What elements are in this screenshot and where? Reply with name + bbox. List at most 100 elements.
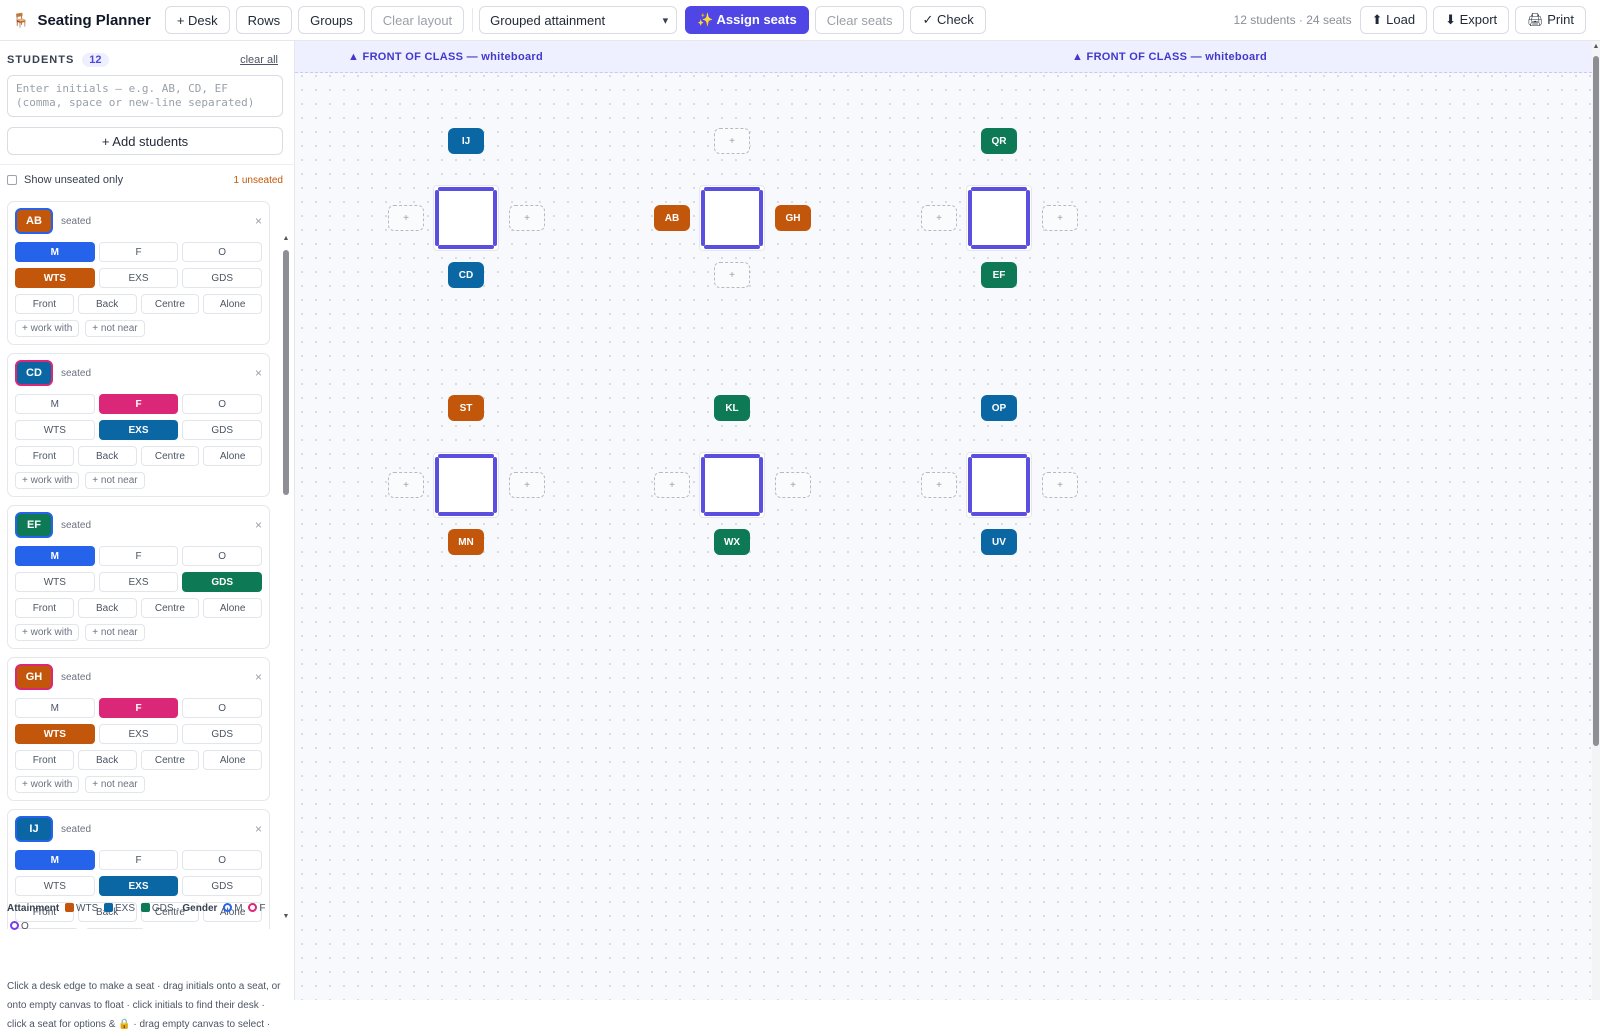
attainment-option-exs[interactable]: EXS: [98, 572, 179, 592]
position-option-front[interactable]: Front: [15, 446, 74, 466]
attainment-option-gds[interactable]: GDS: [182, 420, 263, 440]
seat-ab[interactable]: AB: [654, 205, 690, 231]
assign-seats-button[interactable]: ✨ Assign seats: [685, 6, 809, 34]
clear-all-link[interactable]: clear all: [240, 54, 278, 66]
sidebar-scrollbar[interactable]: ▲ ▼: [282, 235, 290, 920]
classroom-canvas[interactable]: ▲ FRONT OF CLASS — whiteboard ▲ FRONT OF…: [295, 41, 1592, 1000]
work-with-button[interactable]: + work with: [15, 472, 80, 489]
student-initials-badge[interactable]: GH: [15, 664, 53, 690]
load-button[interactable]: ⬆ Load: [1359, 6, 1428, 34]
desk-edge[interactable]: [704, 245, 760, 249]
empty-seat[interactable]: +: [714, 262, 750, 288]
show-unseated-checkbox[interactable]: [7, 175, 17, 185]
not-near-button[interactable]: + not near: [85, 472, 145, 489]
position-option-alone[interactable]: Alone: [203, 598, 262, 618]
desk-edge[interactable]: [704, 454, 760, 458]
attainment-option-wts[interactable]: WTS: [15, 876, 95, 896]
position-option-alone[interactable]: Alone: [203, 750, 262, 770]
desk-edge[interactable]: [1026, 190, 1030, 246]
desk-edge[interactable]: [438, 187, 494, 191]
gender-option-o[interactable]: O: [182, 546, 263, 566]
add-desk-button[interactable]: + Desk: [164, 6, 230, 34]
attainment-option-gds[interactable]: GDS: [182, 268, 263, 288]
student-initials-badge[interactable]: IJ: [15, 816, 53, 842]
student-card[interactable]: AB seated × M F O WTS EXS GDS Front Back Centre Alon…: [7, 201, 270, 345]
position-option-centre[interactable]: Centre: [140, 294, 200, 314]
remove-student-icon[interactable]: ×: [255, 670, 262, 684]
student-initials-badge[interactable]: EF: [15, 512, 53, 538]
remove-student-icon[interactable]: ×: [255, 518, 262, 532]
work-with-button[interactable]: + work with: [15, 320, 80, 337]
empty-seat[interactable]: +: [775, 472, 811, 498]
position-option-front[interactable]: Front: [15, 294, 74, 314]
seat-mn[interactable]: MN: [448, 529, 484, 555]
position-option-back[interactable]: Back: [77, 294, 137, 314]
student-initials-badge[interactable]: CD: [15, 360, 53, 386]
desk-edge[interactable]: [971, 245, 1027, 249]
empty-seat[interactable]: +: [921, 205, 957, 231]
attainment-option-gds[interactable]: GDS: [182, 724, 263, 744]
seat-kl[interactable]: KL: [714, 395, 750, 421]
work-with-button[interactable]: + work with: [15, 776, 80, 793]
remove-student-icon[interactable]: ×: [255, 366, 262, 380]
export-button[interactable]: ⬇ Export: [1433, 6, 1510, 34]
gender-option-o[interactable]: O: [182, 394, 263, 414]
desk[interactable]: [966, 185, 1032, 251]
position-option-centre[interactable]: Centre: [140, 750, 200, 770]
attainment-option-gds[interactable]: GDS: [182, 876, 263, 896]
initials-input[interactable]: Enter initials — e.g. AB, CD, EF (comma,…: [7, 75, 283, 117]
attainment-option-wts[interactable]: WTS: [15, 572, 95, 592]
position-option-back[interactable]: Back: [77, 598, 137, 618]
desk-edge[interactable]: [438, 454, 494, 458]
gender-option-o[interactable]: O: [182, 242, 263, 262]
desk[interactable]: [699, 185, 765, 251]
desk[interactable]: [433, 185, 499, 251]
seat-op[interactable]: OP: [981, 395, 1017, 421]
empty-seat[interactable]: +: [1042, 472, 1078, 498]
seat-cd[interactable]: CD: [448, 262, 484, 288]
position-option-centre[interactable]: Centre: [140, 446, 200, 466]
position-option-back[interactable]: Back: [77, 750, 137, 770]
position-option-front[interactable]: Front: [15, 750, 74, 770]
add-students-button[interactable]: + Add students: [7, 127, 283, 155]
seat-wx[interactable]: WX: [714, 529, 750, 555]
position-option-front[interactable]: Front: [15, 598, 74, 618]
desk-edge[interactable]: [759, 190, 763, 246]
desk-edge[interactable]: [971, 187, 1027, 191]
remove-student-icon[interactable]: ×: [255, 214, 262, 228]
position-option-back[interactable]: Back: [77, 446, 137, 466]
desk-edge[interactable]: [493, 457, 497, 513]
desk-edge[interactable]: [1026, 457, 1030, 513]
attainment-option-exs[interactable]: EXS: [98, 420, 179, 440]
desk-edge[interactable]: [438, 512, 494, 516]
not-near-button[interactable]: + not near: [85, 320, 145, 337]
empty-seat[interactable]: +: [388, 205, 424, 231]
desk-edge[interactable]: [759, 457, 763, 513]
gender-option-f[interactable]: F: [98, 850, 179, 870]
seat-gh[interactable]: GH: [775, 205, 811, 231]
empty-seat[interactable]: +: [654, 472, 690, 498]
clear-seats-button[interactable]: Clear seats: [814, 6, 905, 34]
gender-option-m[interactable]: M: [15, 850, 95, 870]
desk-edge[interactable]: [435, 190, 439, 246]
seat-ef[interactable]: EF: [981, 262, 1017, 288]
clear-layout-button[interactable]: Clear layout: [370, 6, 465, 34]
desk-edge[interactable]: [704, 512, 760, 516]
gender-option-m[interactable]: M: [15, 242, 95, 262]
groups-layout-button[interactable]: Groups: [298, 6, 365, 34]
rows-layout-button[interactable]: Rows: [235, 6, 293, 34]
gender-option-m[interactable]: M: [15, 546, 95, 566]
not-near-button[interactable]: + not near: [85, 624, 145, 641]
seat-uv[interactable]: UV: [981, 529, 1017, 555]
scrollbar-thumb[interactable]: [1593, 56, 1599, 746]
desk-edge[interactable]: [701, 457, 705, 513]
position-option-alone[interactable]: Alone: [203, 294, 262, 314]
scrollbar-thumb[interactable]: [283, 250, 289, 495]
gender-option-o[interactable]: O: [182, 850, 263, 870]
attainment-option-exs[interactable]: EXS: [98, 876, 179, 896]
gender-option-f[interactable]: F: [98, 394, 179, 414]
empty-seat[interactable]: +: [921, 472, 957, 498]
seat-qr[interactable]: QR: [981, 128, 1017, 154]
gender-option-f[interactable]: F: [98, 698, 179, 718]
empty-seat[interactable]: +: [1042, 205, 1078, 231]
